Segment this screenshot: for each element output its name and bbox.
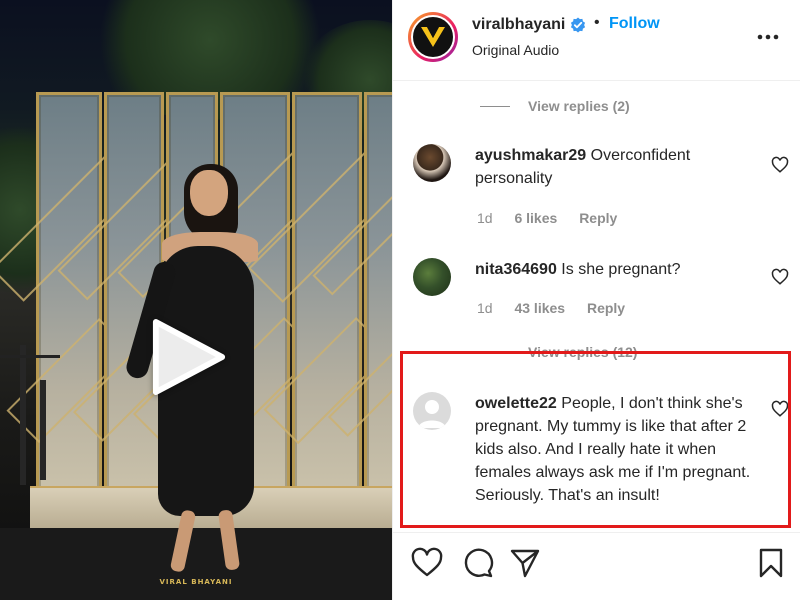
comment-username[interactable]: nita364690 <box>475 261 557 278</box>
audio-label[interactable]: Original Audio <box>472 42 559 58</box>
barrier-post <box>20 345 26 485</box>
video-watermark: VIRAL BHAYANI <box>159 578 233 586</box>
comment-likes[interactable]: 43 likes <box>514 300 565 316</box>
comment-like-heart-icon[interactable] <box>771 156 789 174</box>
profile-avatar[interactable] <box>408 12 458 62</box>
comment-item: ayushmakar29 Overconfident personality 1… <box>413 144 793 234</box>
brand-logo-icon <box>421 27 445 47</box>
comment-meta: 1d 43 likes Reply <box>477 300 643 316</box>
barrier-post <box>40 380 46 480</box>
post-actions-bar <box>393 532 800 600</box>
highlight-box <box>400 351 791 528</box>
comment-item: nita364690 Is she pregnant? 1d 43 likes … <box>413 258 793 328</box>
commenter-avatar[interactable] <box>413 258 451 296</box>
post-username[interactable]: viralbhayani <box>472 16 565 34</box>
separator-dot: • <box>594 14 600 31</box>
view-replies-label: View replies (2) <box>528 98 630 114</box>
play-icon <box>152 318 226 396</box>
view-replies-button[interactable]: View replies (2) <box>480 98 630 114</box>
heart-icon[interactable] <box>411 547 443 579</box>
share-icon[interactable] <box>509 547 541 579</box>
comment-likes[interactable]: 6 likes <box>514 210 557 226</box>
post-header: viralbhayani • Follow Original Audio <box>393 0 800 81</box>
post-sidebar: viralbhayani • Follow Original Audio Vie… <box>392 0 800 600</box>
comment-meta: 1d 6 likes Reply <box>477 210 635 226</box>
play-button[interactable] <box>150 318 228 396</box>
comment-age: 1d <box>477 300 493 316</box>
comment-age: 1d <box>477 210 493 226</box>
bookmark-icon[interactable] <box>755 547 787 579</box>
reply-button[interactable]: Reply <box>579 210 617 226</box>
verified-badge-icon <box>570 17 586 33</box>
comment-username[interactable]: ayushmakar29 <box>475 147 586 164</box>
follow-button[interactable]: Follow <box>609 15 660 33</box>
reply-button[interactable]: Reply <box>587 300 625 316</box>
more-options-icon[interactable] <box>755 24 781 50</box>
video-player[interactable]: VIRAL BHAYANI <box>0 0 392 600</box>
comment-text: Is she pregnant? <box>561 261 681 278</box>
comment-like-heart-icon[interactable] <box>771 268 789 286</box>
comment-icon[interactable] <box>462 547 494 579</box>
commenter-avatar[interactable] <box>413 144 451 182</box>
barrier-rope <box>0 355 60 358</box>
